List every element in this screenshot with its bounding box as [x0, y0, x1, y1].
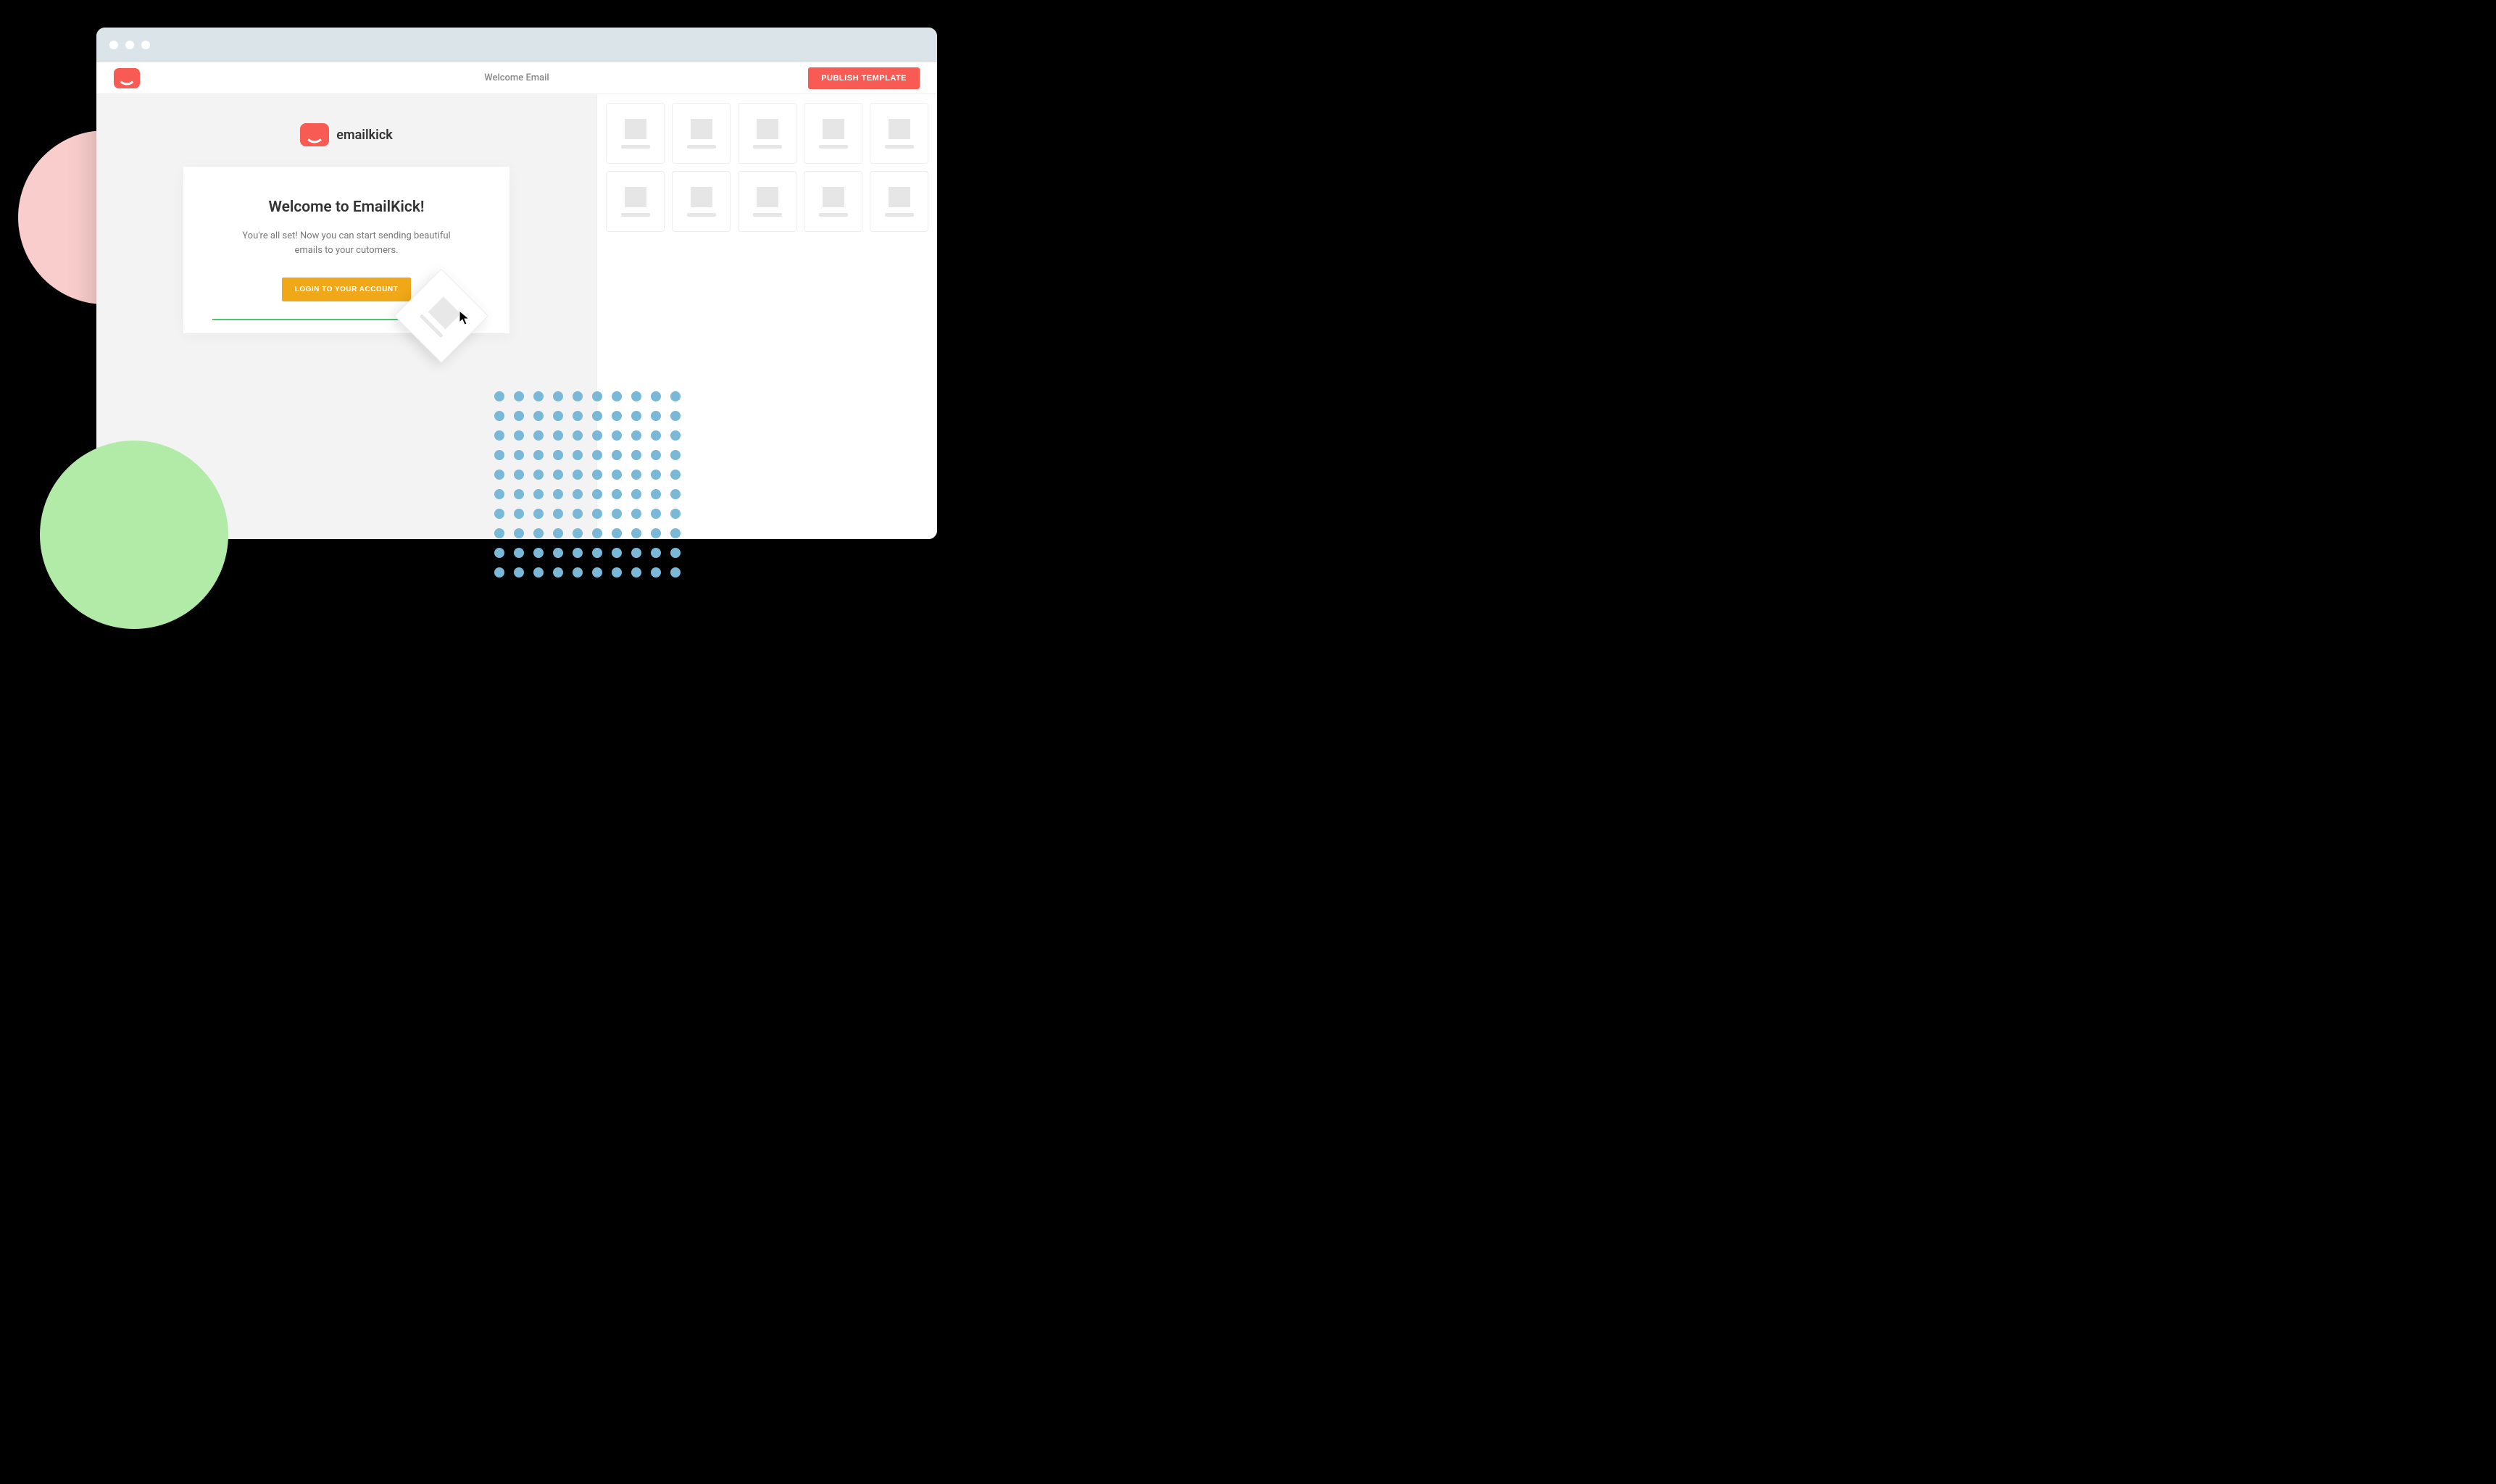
publish-template-button[interactable]: PUBLISH TEMPLATE: [808, 67, 920, 89]
placeholder-line: [621, 213, 650, 217]
block-thumbnail[interactable]: [606, 171, 665, 232]
placeholder-line: [819, 145, 848, 149]
block-thumbnail[interactable]: [606, 103, 665, 164]
brand-logo-icon: [300, 123, 329, 146]
traffic-light-dot: [125, 41, 134, 49]
placeholder-image-icon: [428, 296, 461, 329]
browser-titlebar: [96, 28, 937, 62]
placeholder-line: [621, 145, 650, 149]
app-logo-icon: [114, 68, 140, 88]
placeholder-line: [885, 213, 914, 217]
blocks-grid: [606, 103, 928, 232]
block-thumbnail[interactable]: [870, 171, 928, 232]
block-thumbnail[interactable]: [672, 103, 731, 164]
placeholder-line: [819, 213, 848, 217]
placeholder-line: [687, 213, 716, 217]
placeholder-image-icon: [823, 119, 844, 139]
app-header: Welcome Email PUBLISH TEMPLATE: [96, 62, 937, 94]
placeholder-line: [753, 213, 782, 217]
traffic-light-dot: [109, 41, 118, 49]
placeholder-image-icon: [757, 187, 778, 207]
page-title: Welcome Email: [484, 72, 549, 83]
traffic-light-dot: [141, 41, 150, 49]
block-thumbnail[interactable]: [738, 171, 796, 232]
email-brand-row: emailkick: [300, 123, 392, 146]
block-thumbnail[interactable]: [804, 171, 862, 232]
email-subtext: You're all set! Now you can start sendin…: [212, 229, 481, 257]
block-thumbnail[interactable]: [672, 171, 731, 232]
placeholder-line: [885, 145, 914, 149]
block-thumbnail[interactable]: [738, 103, 796, 164]
placeholder-image-icon: [625, 119, 646, 139]
placeholder-image-icon: [757, 119, 778, 139]
email-cta-button[interactable]: LOGIN TO YOUR ACCOUNT: [282, 278, 412, 301]
placeholder-image-icon: [691, 187, 712, 207]
decorative-green-circle: [40, 441, 228, 629]
cursor-icon: [459, 310, 472, 326]
placeholder-line: [687, 145, 716, 149]
placeholder-image-icon: [889, 119, 910, 139]
block-thumbnail[interactable]: [804, 103, 862, 164]
placeholder-image-icon: [691, 119, 712, 139]
placeholder-line: [753, 145, 782, 149]
placeholder-image-icon: [889, 187, 910, 207]
placeholder-image-icon: [625, 187, 646, 207]
decorative-dot-grid: [494, 391, 681, 578]
brand-name: emailkick: [336, 128, 392, 143]
email-heading: Welcome to EmailKick!: [212, 199, 481, 216]
placeholder-image-icon: [823, 187, 844, 207]
block-thumbnail[interactable]: [870, 103, 928, 164]
